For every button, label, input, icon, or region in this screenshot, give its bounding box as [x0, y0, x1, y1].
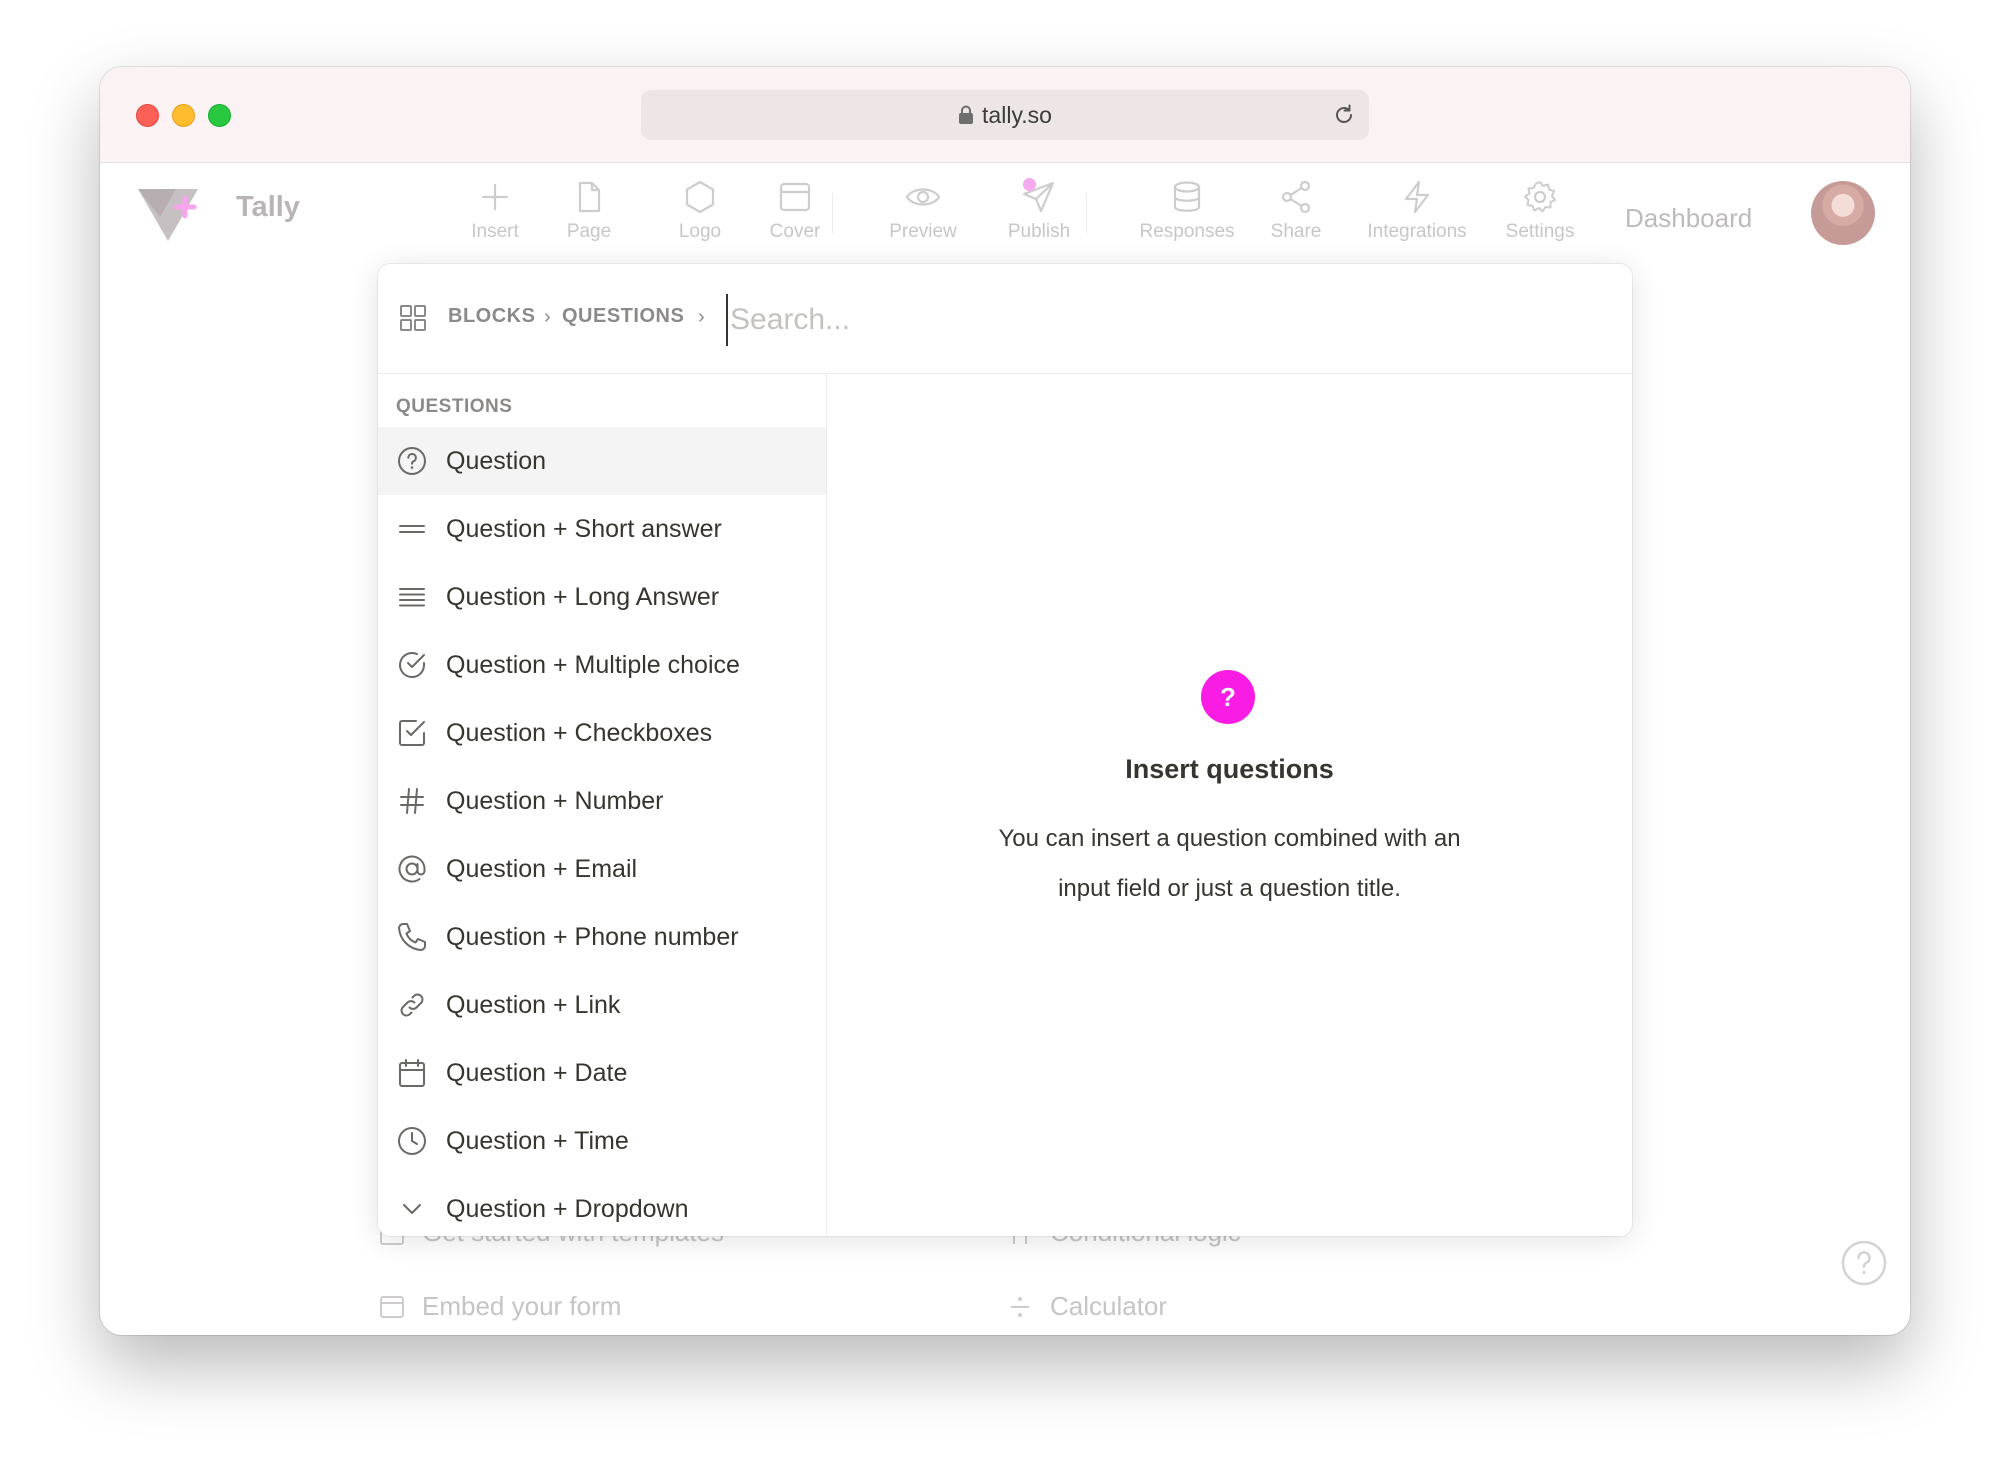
toolbar-page[interactable]: Page	[534, 179, 644, 243]
list-item-link[interactable]: Question + Link	[378, 971, 826, 1039]
clock-icon	[396, 1125, 428, 1157]
list-item-time[interactable]: Question + Time	[378, 1107, 826, 1175]
list-item-short-answer[interactable]: Question + Short answer	[378, 495, 826, 563]
link-icon	[396, 989, 428, 1021]
list-item-number[interactable]: Question + Number	[378, 767, 826, 835]
search-input[interactable]	[726, 294, 1612, 346]
share-icon	[1281, 180, 1311, 214]
help-icon[interactable]	[1840, 1239, 1888, 1287]
eye-icon	[905, 188, 941, 206]
questions-list-panel[interactable]: QUESTIONS Question Question + Short answ…	[378, 374, 827, 1236]
questions-list: Question Question + Short answer Questio…	[378, 427, 826, 1236]
toolbar-integrations[interactable]: Integrations	[1352, 179, 1482, 243]
gear-icon	[1524, 181, 1556, 213]
list-item-question[interactable]: Question	[378, 427, 826, 495]
address-bar[interactable]: tally.so	[641, 90, 1369, 140]
chevron-down-icon	[396, 1193, 428, 1225]
toolbar-logo[interactable]: Logo	[645, 179, 755, 243]
modal-header: BLOCKS › QUESTIONS ›	[378, 264, 1632, 374]
toolbar-settings[interactable]: Settings	[1485, 179, 1595, 243]
breadcrumb-blocks[interactable]: BLOCKS	[448, 305, 535, 328]
browser-window: tally.so Tally Insert Page Logo Cover Pr…	[100, 67, 1910, 1335]
cover-icon	[779, 182, 811, 212]
question-circle-icon	[396, 445, 428, 477]
toolbar-publish[interactable]: Publish	[984, 179, 1094, 243]
avatar[interactable]	[1811, 181, 1875, 245]
browser-titlebar: tally.so	[100, 67, 1910, 163]
phone-icon	[396, 921, 428, 953]
breadcrumb-chevron-icon: ›	[698, 306, 705, 328]
lock-icon	[959, 105, 974, 124]
url-text: tally.so	[982, 101, 1052, 128]
bg-embed-link[interactable]: Embed your form	[378, 1291, 621, 1322]
list-item-multiple-choice[interactable]: Question + Multiple choice	[378, 631, 826, 699]
bg-calculator-link[interactable]: Calculator	[1006, 1291, 1167, 1322]
toolbar-cover[interactable]: Cover	[740, 179, 850, 243]
embed-icon	[380, 1295, 404, 1318]
long-answer-icon	[396, 581, 428, 613]
zoom-window-button[interactable]	[208, 104, 231, 127]
divide-icon	[1011, 1296, 1029, 1317]
checkbox-icon	[396, 717, 428, 749]
minimize-window-button[interactable]	[172, 104, 195, 127]
grid-icon[interactable]	[398, 303, 428, 333]
toolbar-separator	[1086, 193, 1087, 233]
dashboard-link[interactable]: Dashboard	[1625, 203, 1752, 234]
publish-notification-dot	[1023, 178, 1036, 191]
toolbar-share[interactable]: Share	[1241, 179, 1351, 243]
toolbar-responses[interactable]: Responses	[1132, 179, 1242, 243]
reload-icon[interactable]	[1331, 102, 1357, 128]
calendar-icon	[396, 1057, 428, 1089]
insert-block-modal: BLOCKS › QUESTIONS › QUESTIONS Question …	[378, 264, 1632, 1236]
preview-panel: ? Insert questions You can insert a ques…	[827, 374, 1632, 1236]
question-badge-icon: ?	[1201, 670, 1255, 724]
preview-title: Insert questions	[1125, 754, 1334, 784]
list-item-date[interactable]: Question + Date	[378, 1039, 826, 1107]
list-item-dropdown[interactable]: Question + Dropdown	[378, 1175, 826, 1236]
brand-name: Tally	[236, 191, 300, 223]
list-item-email[interactable]: Question + Email	[378, 835, 826, 903]
breadcrumb-questions[interactable]: QUESTIONS	[562, 305, 684, 328]
tally-logo-icon[interactable]	[136, 185, 202, 243]
toolbar-preview[interactable]: Preview	[868, 179, 978, 243]
breadcrumb-chevron-icon: ›	[544, 306, 551, 328]
plus-icon	[481, 183, 509, 211]
list-item-long-answer[interactable]: Question + Long Answer	[378, 563, 826, 631]
close-window-button[interactable]	[136, 104, 159, 127]
lightning-icon	[1404, 180, 1430, 214]
hash-icon	[396, 785, 428, 817]
at-icon	[396, 853, 428, 885]
preview-description: You can insert a question combined with …	[998, 825, 1461, 902]
check-circle-icon	[396, 649, 428, 681]
section-title: QUESTIONS	[396, 396, 513, 417]
toolbar-separator	[832, 193, 833, 233]
list-item-phone-number[interactable]: Question + Phone number	[378, 903, 826, 971]
database-icon	[1173, 181, 1201, 212]
page-icon	[578, 181, 601, 213]
short-answer-icon	[396, 513, 428, 545]
list-item-checkboxes[interactable]: Question + Checkboxes	[378, 699, 826, 767]
hexagon-icon	[685, 180, 715, 214]
